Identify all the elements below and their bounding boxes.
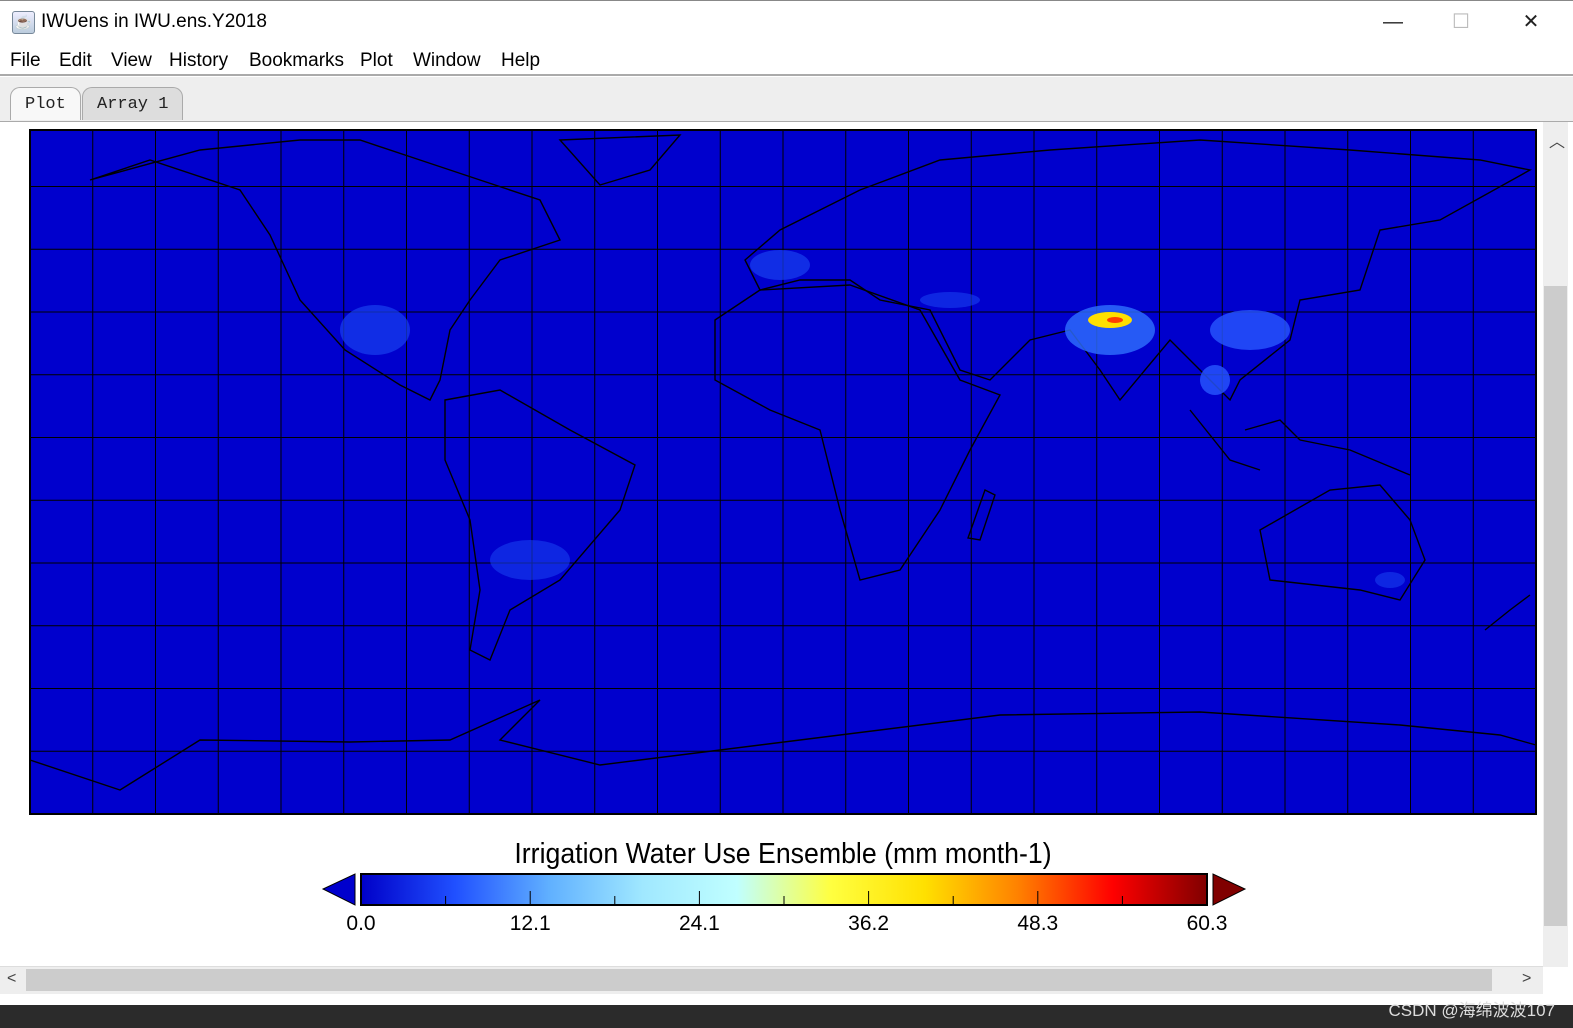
colorbar-tick-label: 0.0 bbox=[346, 912, 376, 935]
colorbar-tick-label: 36.2 bbox=[848, 912, 890, 935]
scroll-right-icon[interactable]: > bbox=[1522, 970, 1531, 988]
scroll-up-icon[interactable]: ︿ bbox=[1549, 128, 1565, 152]
scroll-left-icon[interactable]: < bbox=[7, 970, 16, 988]
colorbar-over-arrow bbox=[1212, 873, 1247, 906]
colorbar-tick-label: 48.3 bbox=[1017, 912, 1059, 935]
colorbar-under-arrow bbox=[321, 873, 356, 906]
horizontal-scroll-thumb[interactable] bbox=[26, 969, 1492, 991]
colorbar-tick-label: 12.1 bbox=[509, 912, 551, 935]
taskbar bbox=[0, 1005, 1573, 1028]
colorbar-tick-label: 60.3 bbox=[1186, 912, 1228, 935]
colorbar-title: Irrigation Water Use Ensemble (mm month-… bbox=[514, 838, 1052, 870]
watermark: CSDN @海绵波波107 bbox=[1388, 1001, 1555, 1020]
colorbar-tick-label: 24.1 bbox=[678, 912, 720, 935]
map-plot bbox=[29, 129, 1537, 906]
vertical-scroll-thumb[interactable] bbox=[1544, 286, 1567, 926]
